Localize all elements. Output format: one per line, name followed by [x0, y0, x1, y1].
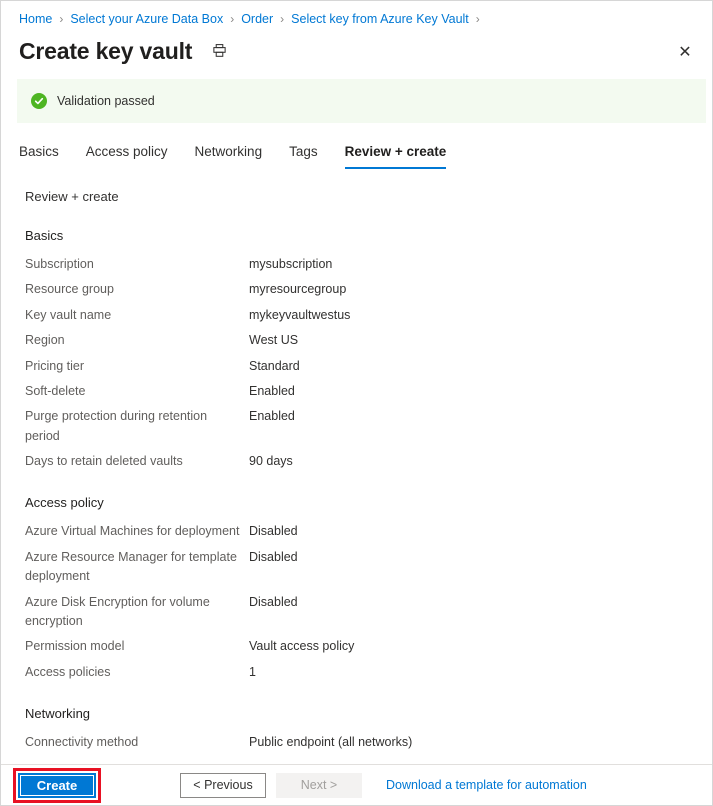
wizard-tabs: Basics Access policy Networking Tags Rev… [1, 123, 712, 169]
create-button-highlight: Create [13, 767, 101, 803]
row-label: Soft-delete [25, 383, 86, 398]
download-template-link[interactable]: Download a template for automation [386, 778, 587, 792]
row-connectivity-method: Connectivity method Public endpoint (all… [25, 733, 694, 752]
row-azure-virtual-machines: Azure Virtual Machines for deployment Di… [25, 522, 694, 541]
title-actions [206, 39, 232, 65]
close-icon: ✕ [678, 44, 692, 61]
section-title-networking: Networking [25, 706, 91, 721]
wizard-footer: Create < Previous Next > Download a temp… [1, 764, 712, 805]
section-networking: Networking Connectivity method Public en… [25, 706, 694, 752]
breadcrumb-item-select-key[interactable]: Select key from Azure Key Vault [291, 12, 469, 26]
tab-basics[interactable]: Basics [19, 144, 59, 169]
row-permission-model: Permission model Vault access policy [25, 637, 694, 656]
breadcrumb-separator-icon: › [59, 12, 64, 26]
row-azure-disk-encryption: Azure Disk Encryption for volume encrypt… [25, 593, 694, 632]
row-key-vault-name: Key vault name mykeyvaultwestus [25, 306, 694, 325]
row-label: Region [25, 333, 65, 348]
row-pricing-tier: Pricing tier Standard [25, 357, 694, 376]
row-value: myresourcegroup [249, 282, 347, 297]
row-value: West US [249, 333, 299, 348]
row-value: mykeyvaultwestus [249, 307, 351, 322]
create-button[interactable]: Create [18, 772, 96, 798]
row-value: Vault access policy [249, 639, 355, 654]
close-button[interactable]: ✕ [670, 37, 700, 67]
row-resource-group: Resource group myresourcegroup [25, 280, 694, 299]
section-title-basics: Basics [25, 228, 64, 243]
row-value: mysubscription [249, 257, 333, 271]
section-access-policy: Access policy Azure Virtual Machines for… [25, 495, 694, 682]
success-check-icon [31, 93, 47, 109]
validation-banner-text: Validation passed [57, 94, 155, 108]
next-button: Next > [276, 772, 362, 798]
row-days-to-retain: Days to retain deleted vaults 90 days [25, 452, 694, 471]
section-basics: Basics Subscription mysubscription Resou… [25, 228, 694, 471]
row-label: Pricing tier [25, 358, 85, 373]
row-value: Disabled [249, 594, 298, 609]
tab-review-create[interactable]: Review + create [344, 144, 447, 169]
row-label: Azure Virtual Machines for deployment [25, 524, 240, 539]
row-value: 1 [249, 664, 256, 679]
row-label: Permission model [25, 639, 125, 654]
row-access-policies: Access policies 1 [25, 663, 694, 682]
breadcrumb-item-home[interactable]: Home [19, 12, 52, 26]
row-soft-delete: Soft-delete Enabled [25, 382, 694, 401]
printer-icon [212, 43, 227, 61]
review-create-heading: Review + create [25, 189, 119, 204]
row-label: Resource group [25, 282, 114, 297]
breadcrumb: Home › Select your Azure Data Box › Orde… [1, 1, 712, 29]
section-title-access-policy: Access policy [25, 495, 104, 511]
breadcrumb-separator-icon: › [230, 12, 235, 26]
breadcrumb-separator-icon: › [280, 12, 285, 26]
row-value: Enabled [249, 383, 295, 398]
row-label: Access policies [25, 664, 111, 679]
print-button[interactable] [206, 39, 232, 65]
row-label: Subscription [25, 257, 94, 271]
row-value: Standard [249, 358, 300, 373]
row-subscription: Subscription mysubscription [25, 255, 694, 274]
row-label: Purge protection during retention period [25, 409, 208, 443]
page-title: Create key vault [19, 38, 193, 65]
review-content: Review + create Basics Subscription mysu… [1, 169, 712, 752]
row-value: Enabled [249, 409, 295, 424]
breadcrumb-item-order[interactable]: Order [241, 12, 273, 26]
breadcrumb-item-azure-data-box[interactable]: Select your Azure Data Box [70, 12, 223, 26]
row-azure-resource-manager: Azure Resource Manager for template depl… [25, 548, 694, 587]
row-region: Region West US [25, 331, 694, 350]
row-label: Connectivity method [25, 735, 139, 749]
validation-banner: Validation passed [17, 79, 706, 123]
create-key-vault-blade: Home › Select your Azure Data Box › Orde… [0, 0, 713, 806]
row-value: 90 days [249, 454, 293, 468]
breadcrumb-separator-icon: › [475, 12, 480, 26]
previous-button[interactable]: < Previous [180, 772, 266, 798]
row-value: Public endpoint (all networks) [249, 735, 413, 749]
row-value: Disabled [249, 524, 298, 539]
row-label: Azure Resource Manager for template depl… [25, 549, 237, 584]
row-purge-protection: Purge protection during retention period… [25, 407, 694, 446]
tab-tags[interactable]: Tags [289, 144, 318, 169]
tab-access-policy[interactable]: Access policy [86, 144, 168, 169]
row-label: Azure Disk Encryption for volume encrypt… [25, 594, 210, 628]
row-label: Key vault name [25, 307, 112, 322]
row-label: Days to retain deleted vaults [25, 454, 183, 468]
titlebar: Create key vault ✕ [1, 29, 712, 71]
tab-networking[interactable]: Networking [195, 144, 263, 169]
row-value: Disabled [249, 549, 298, 564]
